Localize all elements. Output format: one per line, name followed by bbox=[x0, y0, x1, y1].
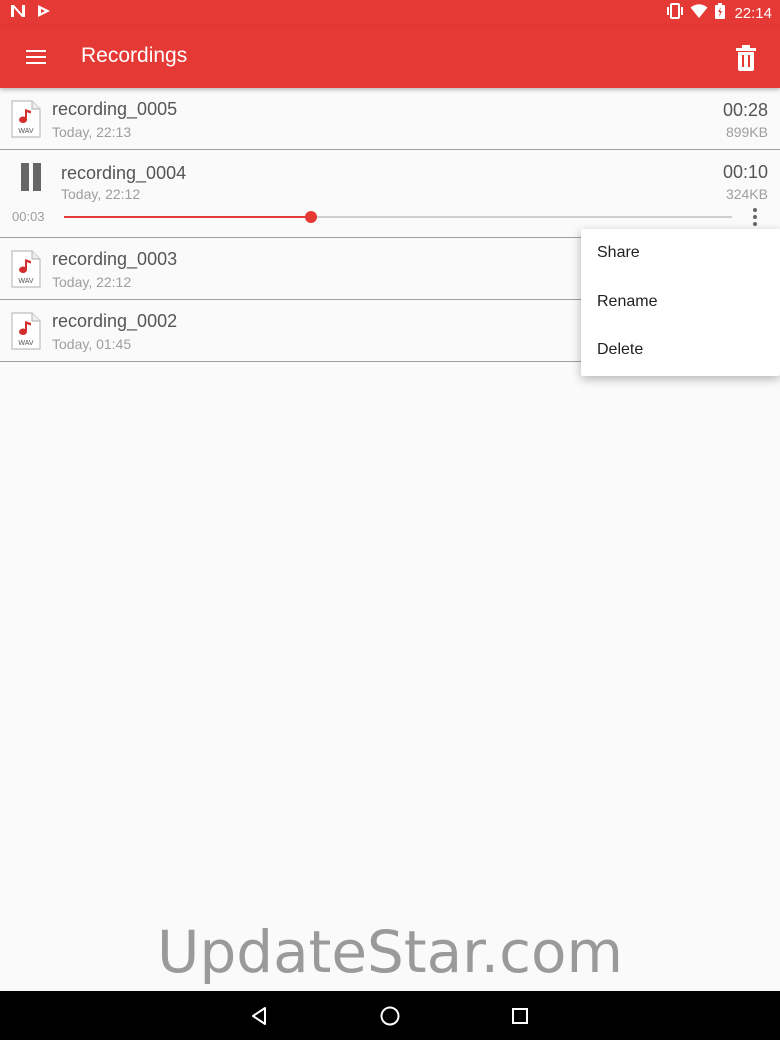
seek-bar-thumb[interactable] bbox=[305, 211, 318, 223]
wav-file-icon: WAV bbox=[11, 100, 41, 138]
status-system-icons: 22:14 bbox=[666, 2, 772, 24]
recents-icon[interactable] bbox=[505, 1001, 535, 1031]
navigation-bar bbox=[0, 991, 780, 1040]
trash-icon[interactable] bbox=[726, 38, 766, 78]
recording-date: Today, 01:45 bbox=[52, 336, 132, 352]
more-vert-icon[interactable] bbox=[745, 206, 765, 228]
status-time: 22:14 bbox=[734, 4, 772, 22]
recording-duration: 00:10 bbox=[722, 162, 768, 182]
recording-date: Today, 22:12 bbox=[61, 186, 141, 202]
home-icon[interactable] bbox=[375, 1001, 405, 1031]
n-notification-icon bbox=[10, 4, 26, 23]
recording-date: Today, 22:12 bbox=[52, 274, 132, 290]
recording-name: recording_0004 bbox=[61, 163, 187, 183]
vibrate-icon bbox=[666, 2, 684, 24]
svg-text:WAV: WAV bbox=[18, 128, 33, 135]
status-bar: 22:14 bbox=[0, 0, 780, 26]
recording-size: 899KB bbox=[725, 124, 768, 140]
overflow-popup-menu: Share Rename Delete bbox=[581, 229, 780, 376]
recording-row[interactable]: WAV recording_0005 Today, 22:13 00:28 89… bbox=[0, 88, 780, 150]
recording-name: recording_0003 bbox=[52, 249, 178, 269]
watermark: UpdateStar.com bbox=[157, 918, 623, 986]
recording-row-playing[interactable]: recording_0004 Today, 22:12 00:10 324KB … bbox=[0, 150, 780, 238]
recording-size: 324KB bbox=[725, 186, 768, 202]
menu-item-rename[interactable]: Rename bbox=[581, 278, 780, 327]
recording-duration: 00:28 bbox=[722, 100, 768, 120]
menu-item-share[interactable]: Share bbox=[581, 229, 780, 278]
menu-item-delete[interactable]: Delete bbox=[581, 326, 780, 375]
wav-file-icon: WAV bbox=[11, 312, 41, 350]
recording-name: recording_0002 bbox=[52, 311, 178, 331]
wav-file-icon: WAV bbox=[11, 250, 41, 288]
battery-icon bbox=[714, 2, 726, 24]
svg-text:WAV: WAV bbox=[18, 278, 33, 285]
status-notifications bbox=[10, 4, 52, 22]
svg-text:WAV: WAV bbox=[18, 340, 33, 347]
app-bar: Recordings bbox=[0, 26, 780, 88]
seek-bar[interactable] bbox=[64, 211, 732, 223]
page-title: Recordings bbox=[81, 44, 188, 67]
elapsed-time: 00:03 bbox=[12, 209, 45, 224]
back-icon[interactable] bbox=[245, 1001, 275, 1031]
play-store-notification-icon bbox=[36, 4, 52, 23]
seek-bar-progress bbox=[64, 216, 312, 218]
hamburger-menu-icon[interactable] bbox=[16, 41, 56, 73]
recording-date: Today, 22:13 bbox=[52, 124, 132, 140]
wifi-icon bbox=[690, 3, 708, 24]
recording-name: recording_0005 bbox=[52, 99, 178, 119]
pause-icon[interactable] bbox=[19, 163, 43, 191]
